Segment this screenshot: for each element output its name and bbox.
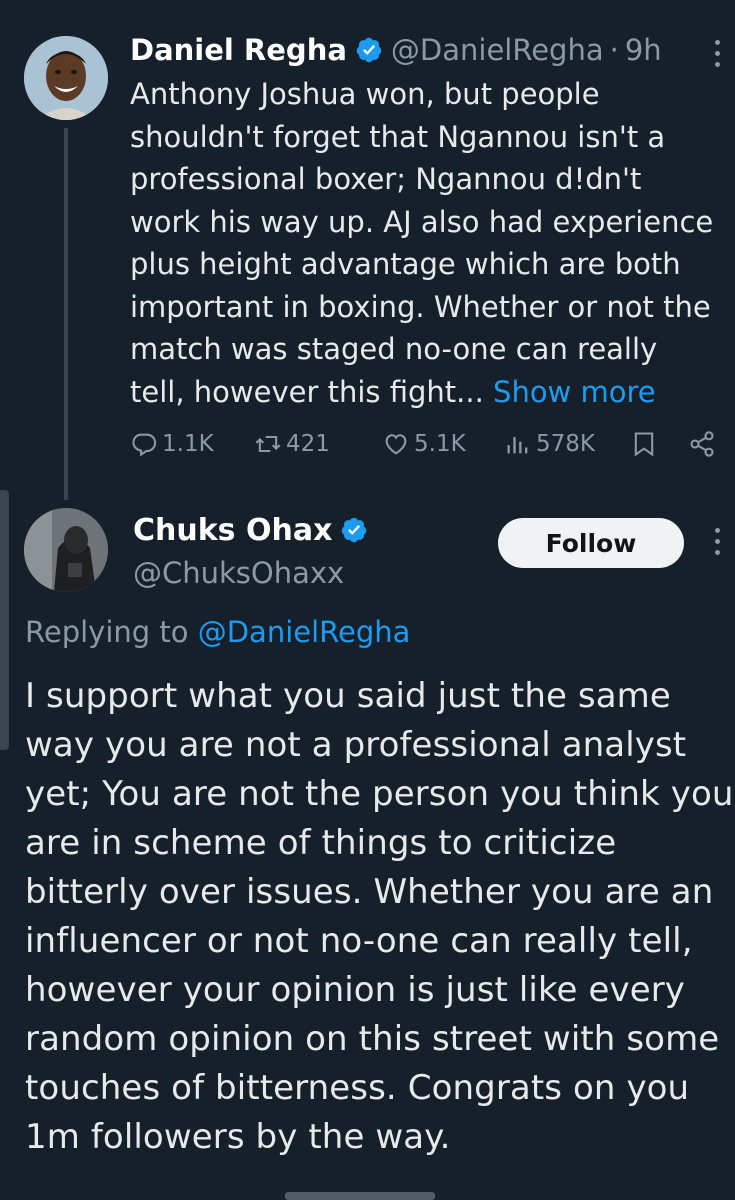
thread-line bbox=[64, 128, 68, 500]
author-handle[interactable]: @DanielRegha bbox=[391, 33, 604, 67]
replying-to-mention[interactable]: @DanielRegha bbox=[198, 615, 411, 649]
retweet-count: 421 bbox=[286, 431, 330, 457]
show-more-link[interactable]: Show more bbox=[493, 375, 656, 409]
separator-dot: · bbox=[609, 33, 619, 67]
share-icon[interactable] bbox=[688, 430, 716, 458]
reply-text: I support what you said just the same wa… bbox=[25, 676, 734, 1157]
retweet-button[interactable]: 421 bbox=[254, 430, 330, 458]
reply-author-handle[interactable]: @ChuksOhaxx bbox=[133, 556, 376, 590]
views-button[interactable]: 578K bbox=[504, 430, 595, 458]
reply-icon bbox=[132, 433, 157, 457]
tweet-text: Anthony Joshua won, but people shouldn't… bbox=[130, 73, 720, 413]
scrollbar[interactable] bbox=[0, 490, 9, 750]
retweet-icon bbox=[255, 435, 281, 453]
cut-off-text bbox=[285, 1192, 435, 1200]
original-tweet[interactable]: Daniel Regha @DanielRegha · 9h Anthony J… bbox=[0, 0, 735, 500]
replying-to: Replying to @DanielRegha bbox=[25, 615, 410, 649]
reply-count: 1.1K bbox=[162, 431, 214, 457]
more-icon[interactable] bbox=[710, 40, 724, 67]
avatar[interactable] bbox=[24, 36, 108, 120]
like-icon bbox=[385, 434, 407, 455]
more-icon[interactable] bbox=[710, 528, 724, 555]
bookmark-icon[interactable] bbox=[630, 430, 658, 458]
tweet-text-content: Anthony Joshua won, but people shouldn't… bbox=[130, 77, 714, 409]
verified-badge-icon bbox=[340, 516, 368, 544]
author-name[interactable]: Daniel Regha bbox=[130, 33, 347, 67]
tweet-header: Daniel Regha @DanielRegha · 9h bbox=[130, 30, 662, 70]
replying-prefix: Replying to bbox=[25, 615, 189, 649]
views-count: 578K bbox=[536, 431, 595, 457]
action-bar: 1.1K 421 5.1K 578K bbox=[130, 424, 725, 468]
reply-header: Chuks Ohax @ChuksOhaxx bbox=[133, 510, 376, 590]
reply-author-name[interactable]: Chuks Ohax bbox=[133, 513, 332, 548]
reply-button[interactable]: 1.1K bbox=[130, 430, 214, 458]
like-count: 5.1K bbox=[414, 431, 466, 457]
reply-avatar[interactable] bbox=[24, 508, 108, 592]
verified-badge-icon bbox=[355, 36, 383, 64]
like-button[interactable]: 5.1K bbox=[382, 430, 466, 458]
views-icon bbox=[507, 437, 528, 454]
timestamp[interactable]: 9h bbox=[625, 33, 662, 67]
follow-button[interactable]: Follow bbox=[498, 518, 684, 568]
